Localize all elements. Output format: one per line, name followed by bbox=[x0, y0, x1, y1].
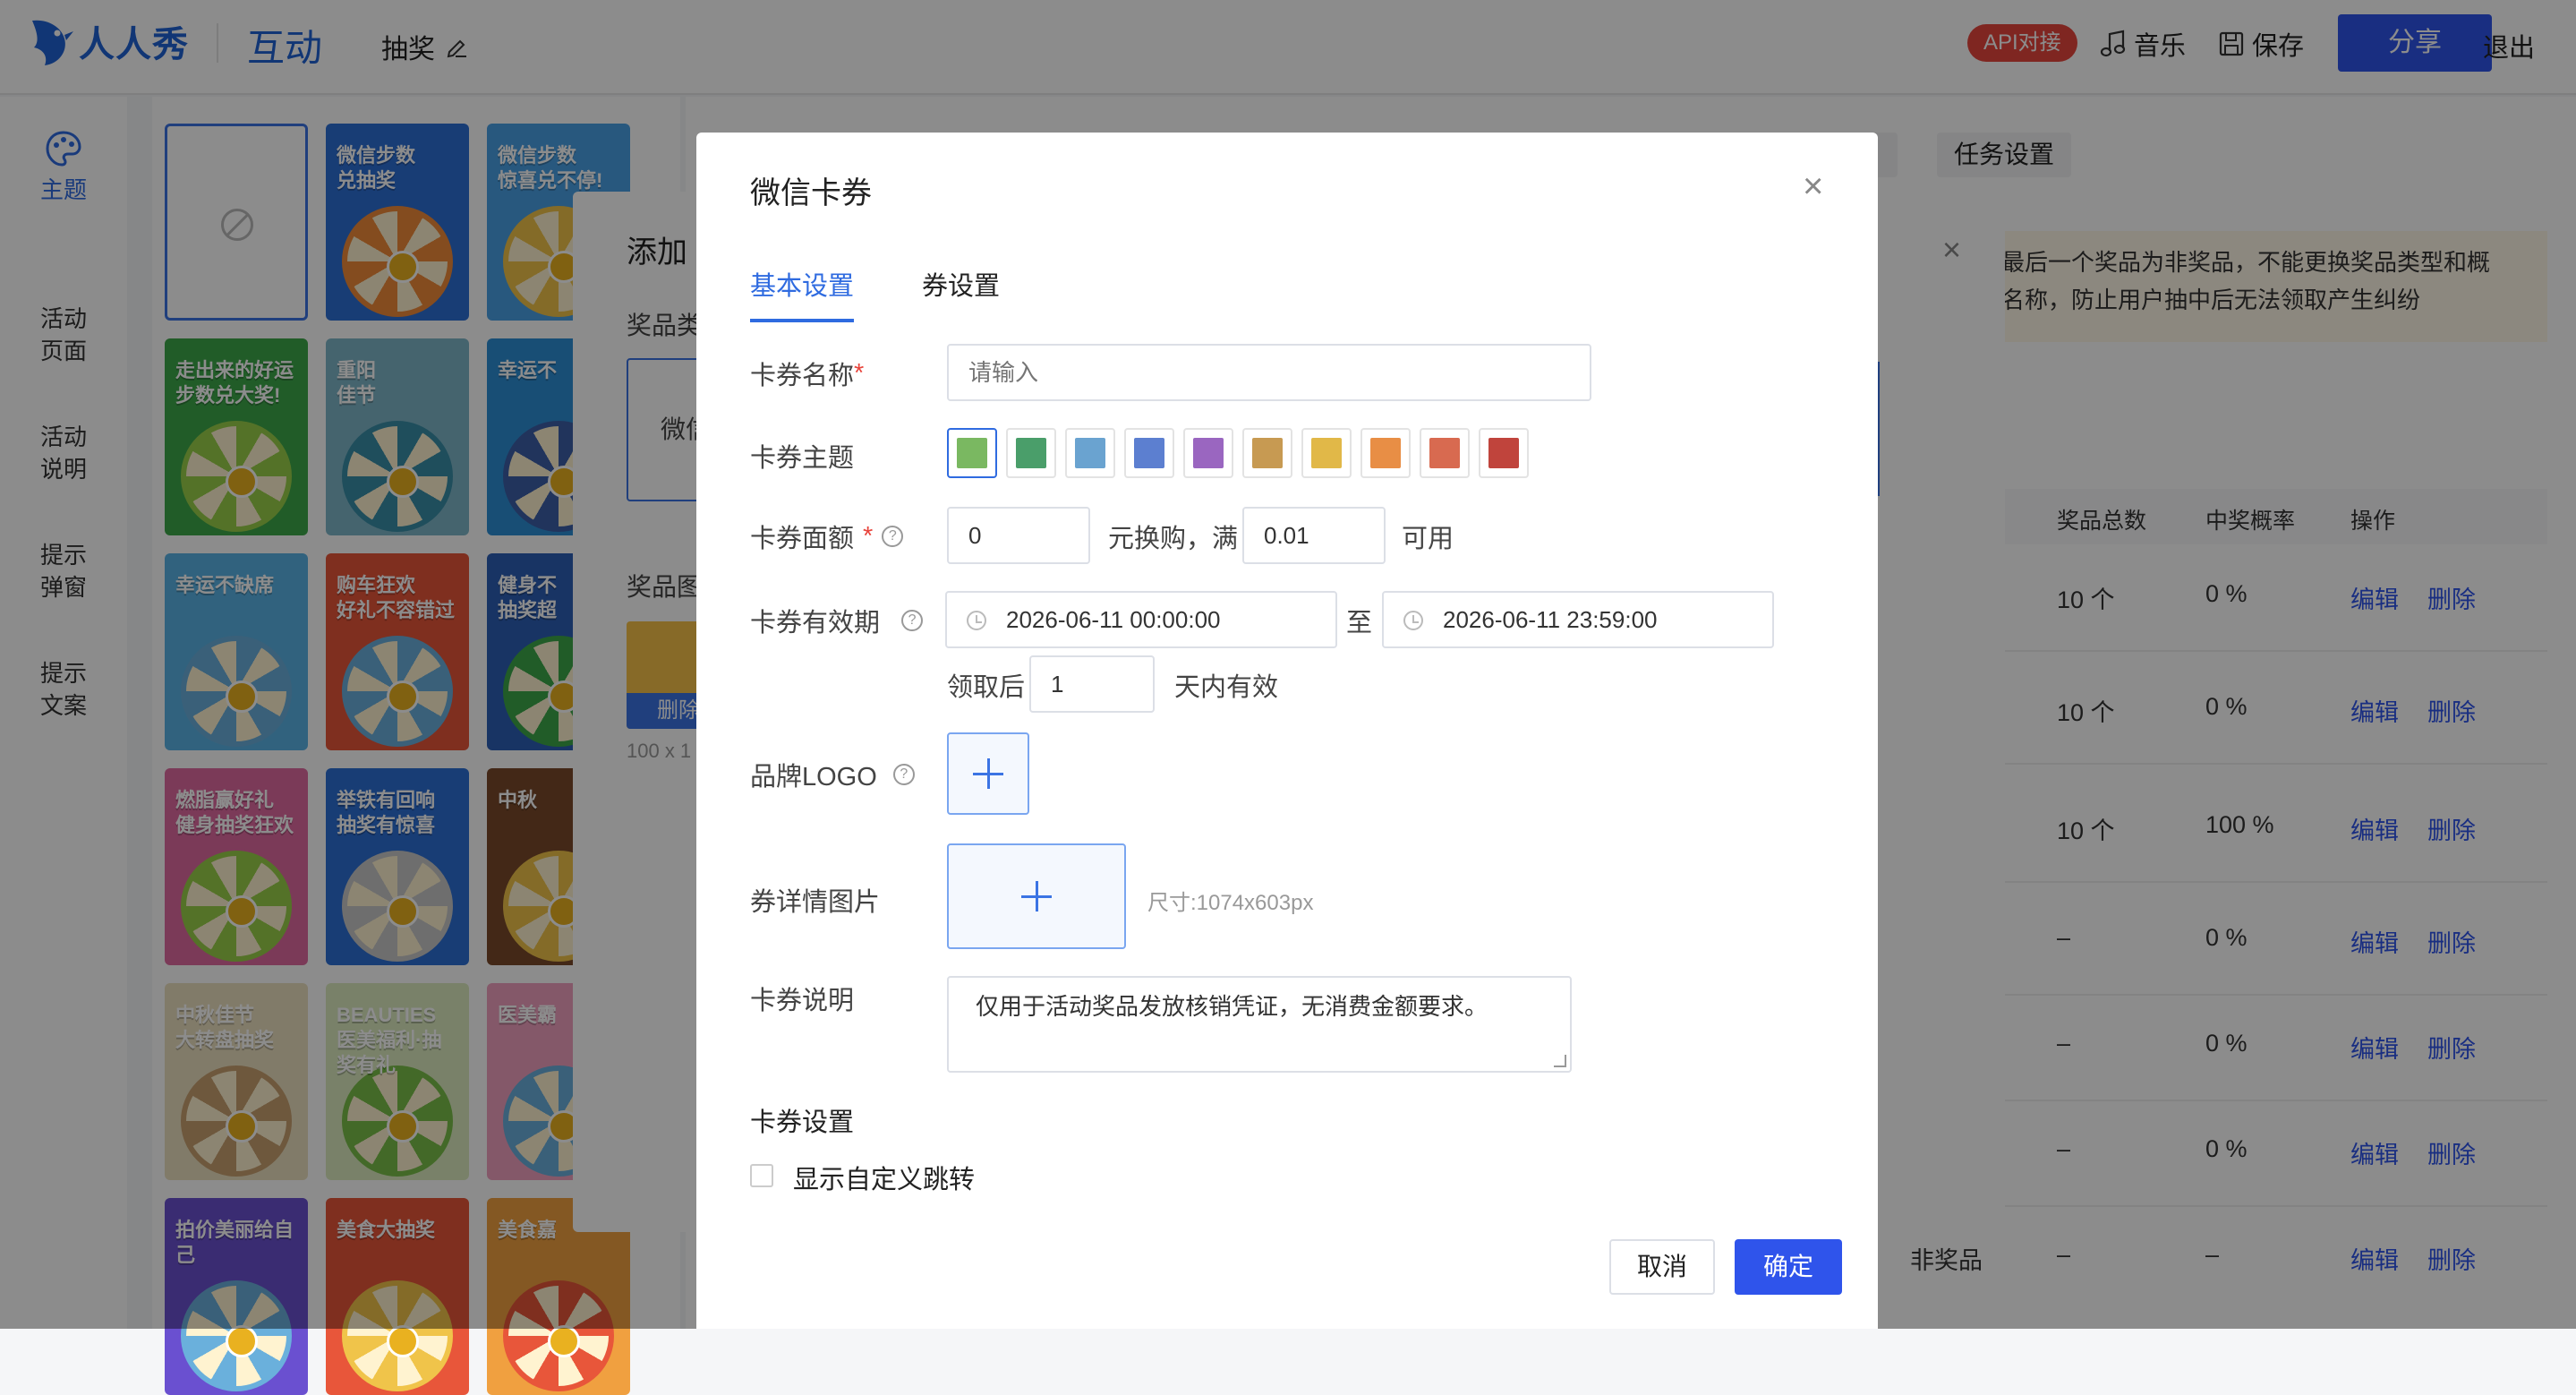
resize-handle-icon[interactable] bbox=[1554, 1055, 1566, 1067]
theme-color-chip bbox=[1488, 438, 1519, 468]
clock-icon bbox=[1403, 611, 1423, 630]
start-time-value: 2026-06-11 00:00:00 bbox=[1006, 606, 1221, 633]
tab-coupon-settings[interactable]: 券设置 bbox=[922, 265, 1000, 319]
theme-color-swatch[interactable] bbox=[1479, 428, 1529, 478]
coupon-theme-label: 卡券主题 bbox=[750, 444, 855, 473]
coupon-name-input[interactable] bbox=[947, 344, 1591, 401]
start-time-picker[interactable]: 2026-06-11 00:00:00 bbox=[945, 591, 1337, 648]
valid-days-tail: 天内有效 bbox=[1174, 673, 1279, 702]
help-icon[interactable]: ? bbox=[892, 764, 915, 785]
coupon-settings-section-title: 卡券设置 bbox=[750, 1108, 855, 1137]
theme-color-chip bbox=[1252, 438, 1283, 468]
coupon-description-textarea[interactable]: 仅用于活动奖品发放核销凭证，无消费金额要求。 bbox=[947, 976, 1572, 1073]
theme-color-chip bbox=[1193, 438, 1224, 468]
theme-color-swatch[interactable] bbox=[1065, 428, 1115, 478]
theme-color-swatch[interactable] bbox=[1183, 428, 1233, 478]
theme-color-chip bbox=[1016, 438, 1046, 468]
amount-tail-text: 可用 bbox=[1402, 525, 1454, 553]
coupon-description-value: 仅用于活动奖品发放核销凭证，无消费金额要求。 bbox=[976, 993, 1488, 1020]
theme-color-swatch[interactable] bbox=[1006, 428, 1056, 478]
coupon-amount-input[interactable]: 0 bbox=[947, 507, 1090, 564]
theme-color-swatch[interactable] bbox=[1420, 428, 1470, 478]
confirm-button[interactable]: 确定 bbox=[1735, 1239, 1842, 1295]
theme-color-swatch[interactable] bbox=[1242, 428, 1292, 478]
detail-image-size-hint: 尺寸:1074x603px bbox=[1147, 891, 1314, 915]
close-icon[interactable]: × bbox=[1803, 168, 1823, 204]
cancel-button[interactable]: 取消 bbox=[1609, 1239, 1715, 1295]
coupon-name-label-text: 卡券名称 bbox=[750, 362, 855, 390]
theme-color-swatch[interactable] bbox=[1124, 428, 1174, 478]
tab-basic-settings[interactable]: 基本设置 bbox=[750, 265, 855, 322]
clock-icon bbox=[967, 611, 986, 630]
end-time-picker[interactable]: 2026-06-11 23:59:00 bbox=[1382, 591, 1774, 648]
amount-mid-text: 元换购，满 bbox=[1108, 525, 1239, 553]
custom-jump-checkbox[interactable] bbox=[750, 1164, 773, 1187]
coupon-validity-label-text: 卡券有效期 bbox=[750, 609, 881, 638]
theme-color-swatch[interactable] bbox=[1361, 428, 1411, 478]
coupon-amount-label-text: 卡券面额 bbox=[750, 525, 855, 553]
theme-color-swatch[interactable] bbox=[1301, 428, 1352, 478]
date-range-separator: 至 bbox=[1346, 609, 1373, 638]
coupon-description-label: 卡券说明 bbox=[750, 987, 855, 1015]
help-icon[interactable]: ? bbox=[901, 610, 924, 631]
end-time-value: 2026-06-11 23:59:00 bbox=[1443, 606, 1658, 633]
theme-color-chip bbox=[1311, 438, 1342, 468]
coupon-amount-label: 卡券面额 *? bbox=[750, 518, 904, 555]
theme-color-chip bbox=[1134, 438, 1164, 468]
theme-color-swatch[interactable] bbox=[947, 428, 997, 478]
wechat-card-coupon-dialog: 微信卡券 × 基本设置 券设置 卡券名称* 卡券主题 卡券面额*? 0 元换购，… bbox=[696, 133, 1878, 1329]
coupon-validity-label: 卡券有效期? bbox=[750, 602, 924, 639]
help-icon[interactable]: ? bbox=[882, 526, 904, 547]
dialog-title: 微信卡券 bbox=[750, 176, 872, 210]
after-claim-label: 领取后 bbox=[947, 673, 1026, 702]
theme-color-chip bbox=[1075, 438, 1105, 468]
brand-logo-label-text: 品牌LOGO bbox=[750, 763, 877, 792]
theme-color-chip bbox=[1429, 438, 1460, 468]
coupon-name-label: 卡券名称 * bbox=[750, 355, 864, 392]
coupon-detail-image-upload[interactable] bbox=[947, 843, 1126, 949]
brand-logo-upload[interactable] bbox=[947, 732, 1029, 815]
custom-jump-label[interactable]: 显示自定义跳转 bbox=[793, 1159, 975, 1196]
minimum-spend-input[interactable]: 0.01 bbox=[1242, 507, 1386, 564]
valid-days-input[interactable]: 1 bbox=[1029, 655, 1155, 713]
theme-color-chip bbox=[957, 438, 987, 468]
theme-color-chip bbox=[1370, 438, 1401, 468]
required-mark: * bbox=[854, 358, 865, 388]
brand-logo-label: 品牌LOGO? bbox=[750, 756, 915, 793]
required-mark: * bbox=[863, 521, 874, 551]
coupon-detail-image-label: 券详情图片 bbox=[750, 888, 881, 917]
